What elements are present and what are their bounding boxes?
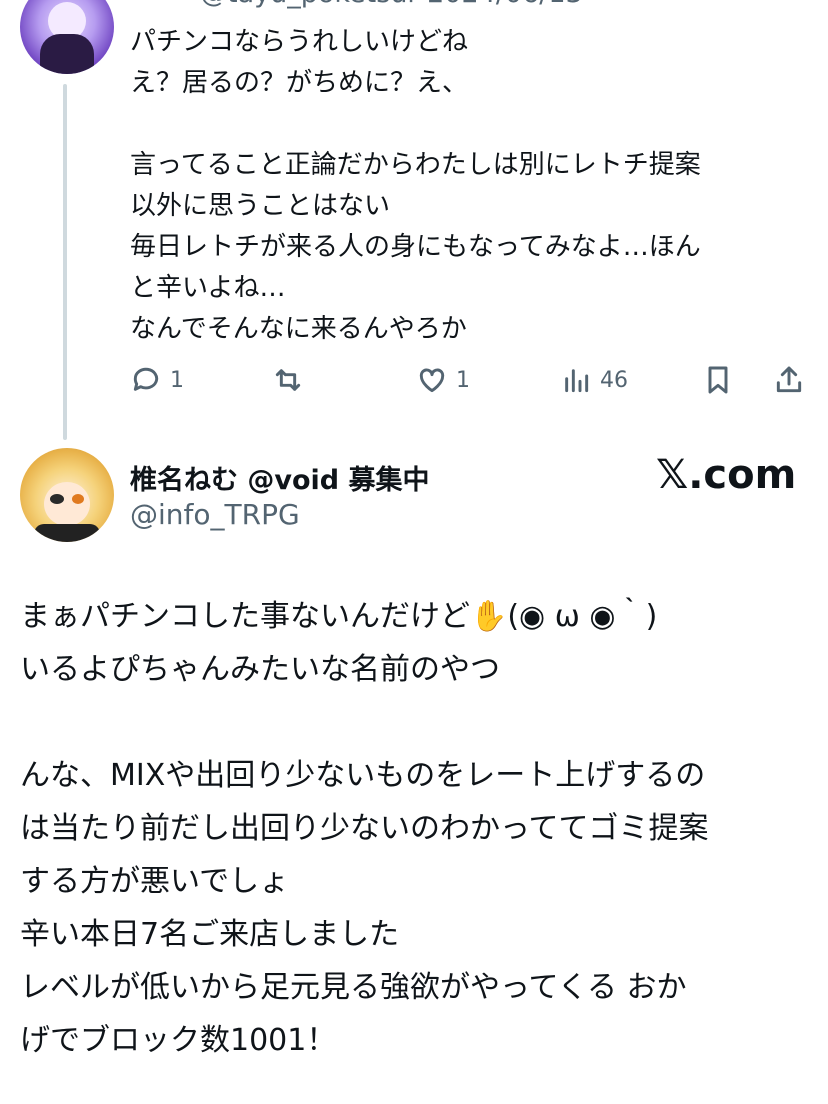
reply-action[interactable]: 1: [130, 364, 184, 396]
share-action[interactable]: [773, 364, 805, 396]
views-icon: [565, 369, 589, 393]
share-icon: [776, 366, 802, 393]
retweet-icon: [275, 369, 301, 391]
views-action[interactable]: 46: [560, 364, 628, 396]
reply-tweet-text: パチンコならうれしいけどね え？居るの？がちめに？え、 言ってること正論だからわ…: [130, 22, 810, 350]
reply-handle-date: @tayu_poketsur 2024/06/13: [200, 0, 583, 9]
tweet-line: んな、MIXや出回り少ないものをレート上げするの: [20, 758, 706, 793]
author-display-name[interactable]: 椎名ねむ @void 募集中: [130, 458, 430, 497]
tweet-line: [20, 696, 820, 749]
reply-line: なんでそんなに来るんやろか: [130, 314, 467, 344]
tweet-line: いるよぴちゃんみたいな名前のやつ: [20, 652, 500, 687]
tweet-line: は当たり前だし出回り少ないのわかっててゴミ提案: [20, 811, 709, 846]
bookmark-action[interactable]: [702, 364, 734, 396]
reply-line: [130, 104, 810, 145]
retweet-action[interactable]: [272, 364, 312, 396]
reply-line: 以外に思うことはない: [130, 191, 391, 221]
reply-count: 1: [170, 367, 184, 393]
views-count: 46: [600, 367, 628, 393]
bookmark-icon: [708, 366, 728, 394]
tweet-line: レベルが低いから足元見る強欲がやってくる おか: [20, 970, 687, 1005]
x-logo[interactable]: 𝕏.com: [656, 452, 796, 498]
like-action[interactable]: 1: [416, 364, 470, 396]
reply-line: パチンコならうれしいけどね: [130, 27, 469, 57]
reply-line: 言ってること正論だからわたしは別にレトチ提案: [130, 150, 701, 180]
tweet-line: する方が悪いでしょ: [20, 864, 290, 899]
tweet-line: まぁパチンコした事ないんだけど✋(◉ ω ◉｀): [20, 599, 658, 634]
thread-line: [63, 84, 67, 440]
like-count: 1: [456, 367, 470, 393]
author-handle[interactable]: @info_TRPG: [130, 498, 300, 531]
main-avatar[interactable]: [20, 448, 114, 542]
reply-line: え？居るの？がちめに？え、: [130, 68, 469, 98]
like-icon: [419, 368, 445, 393]
reply-avatar[interactable]: [20, 0, 114, 74]
reply-line: 毎日レトチが来る人の身にもなってみなよ…ほん: [130, 232, 701, 262]
tweet-line: 辛い本日7名ご来店しました: [20, 917, 400, 952]
main-tweet-text: まぁパチンコした事ないんだけど✋(◉ ω ◉｀) いるよぴちゃんみたいな名前のや…: [20, 590, 820, 1067]
reply-line: と辛いよね…: [130, 273, 286, 303]
tweet-line: げでブロック数1001！: [20, 1023, 337, 1058]
reply-icon: [133, 367, 159, 391]
